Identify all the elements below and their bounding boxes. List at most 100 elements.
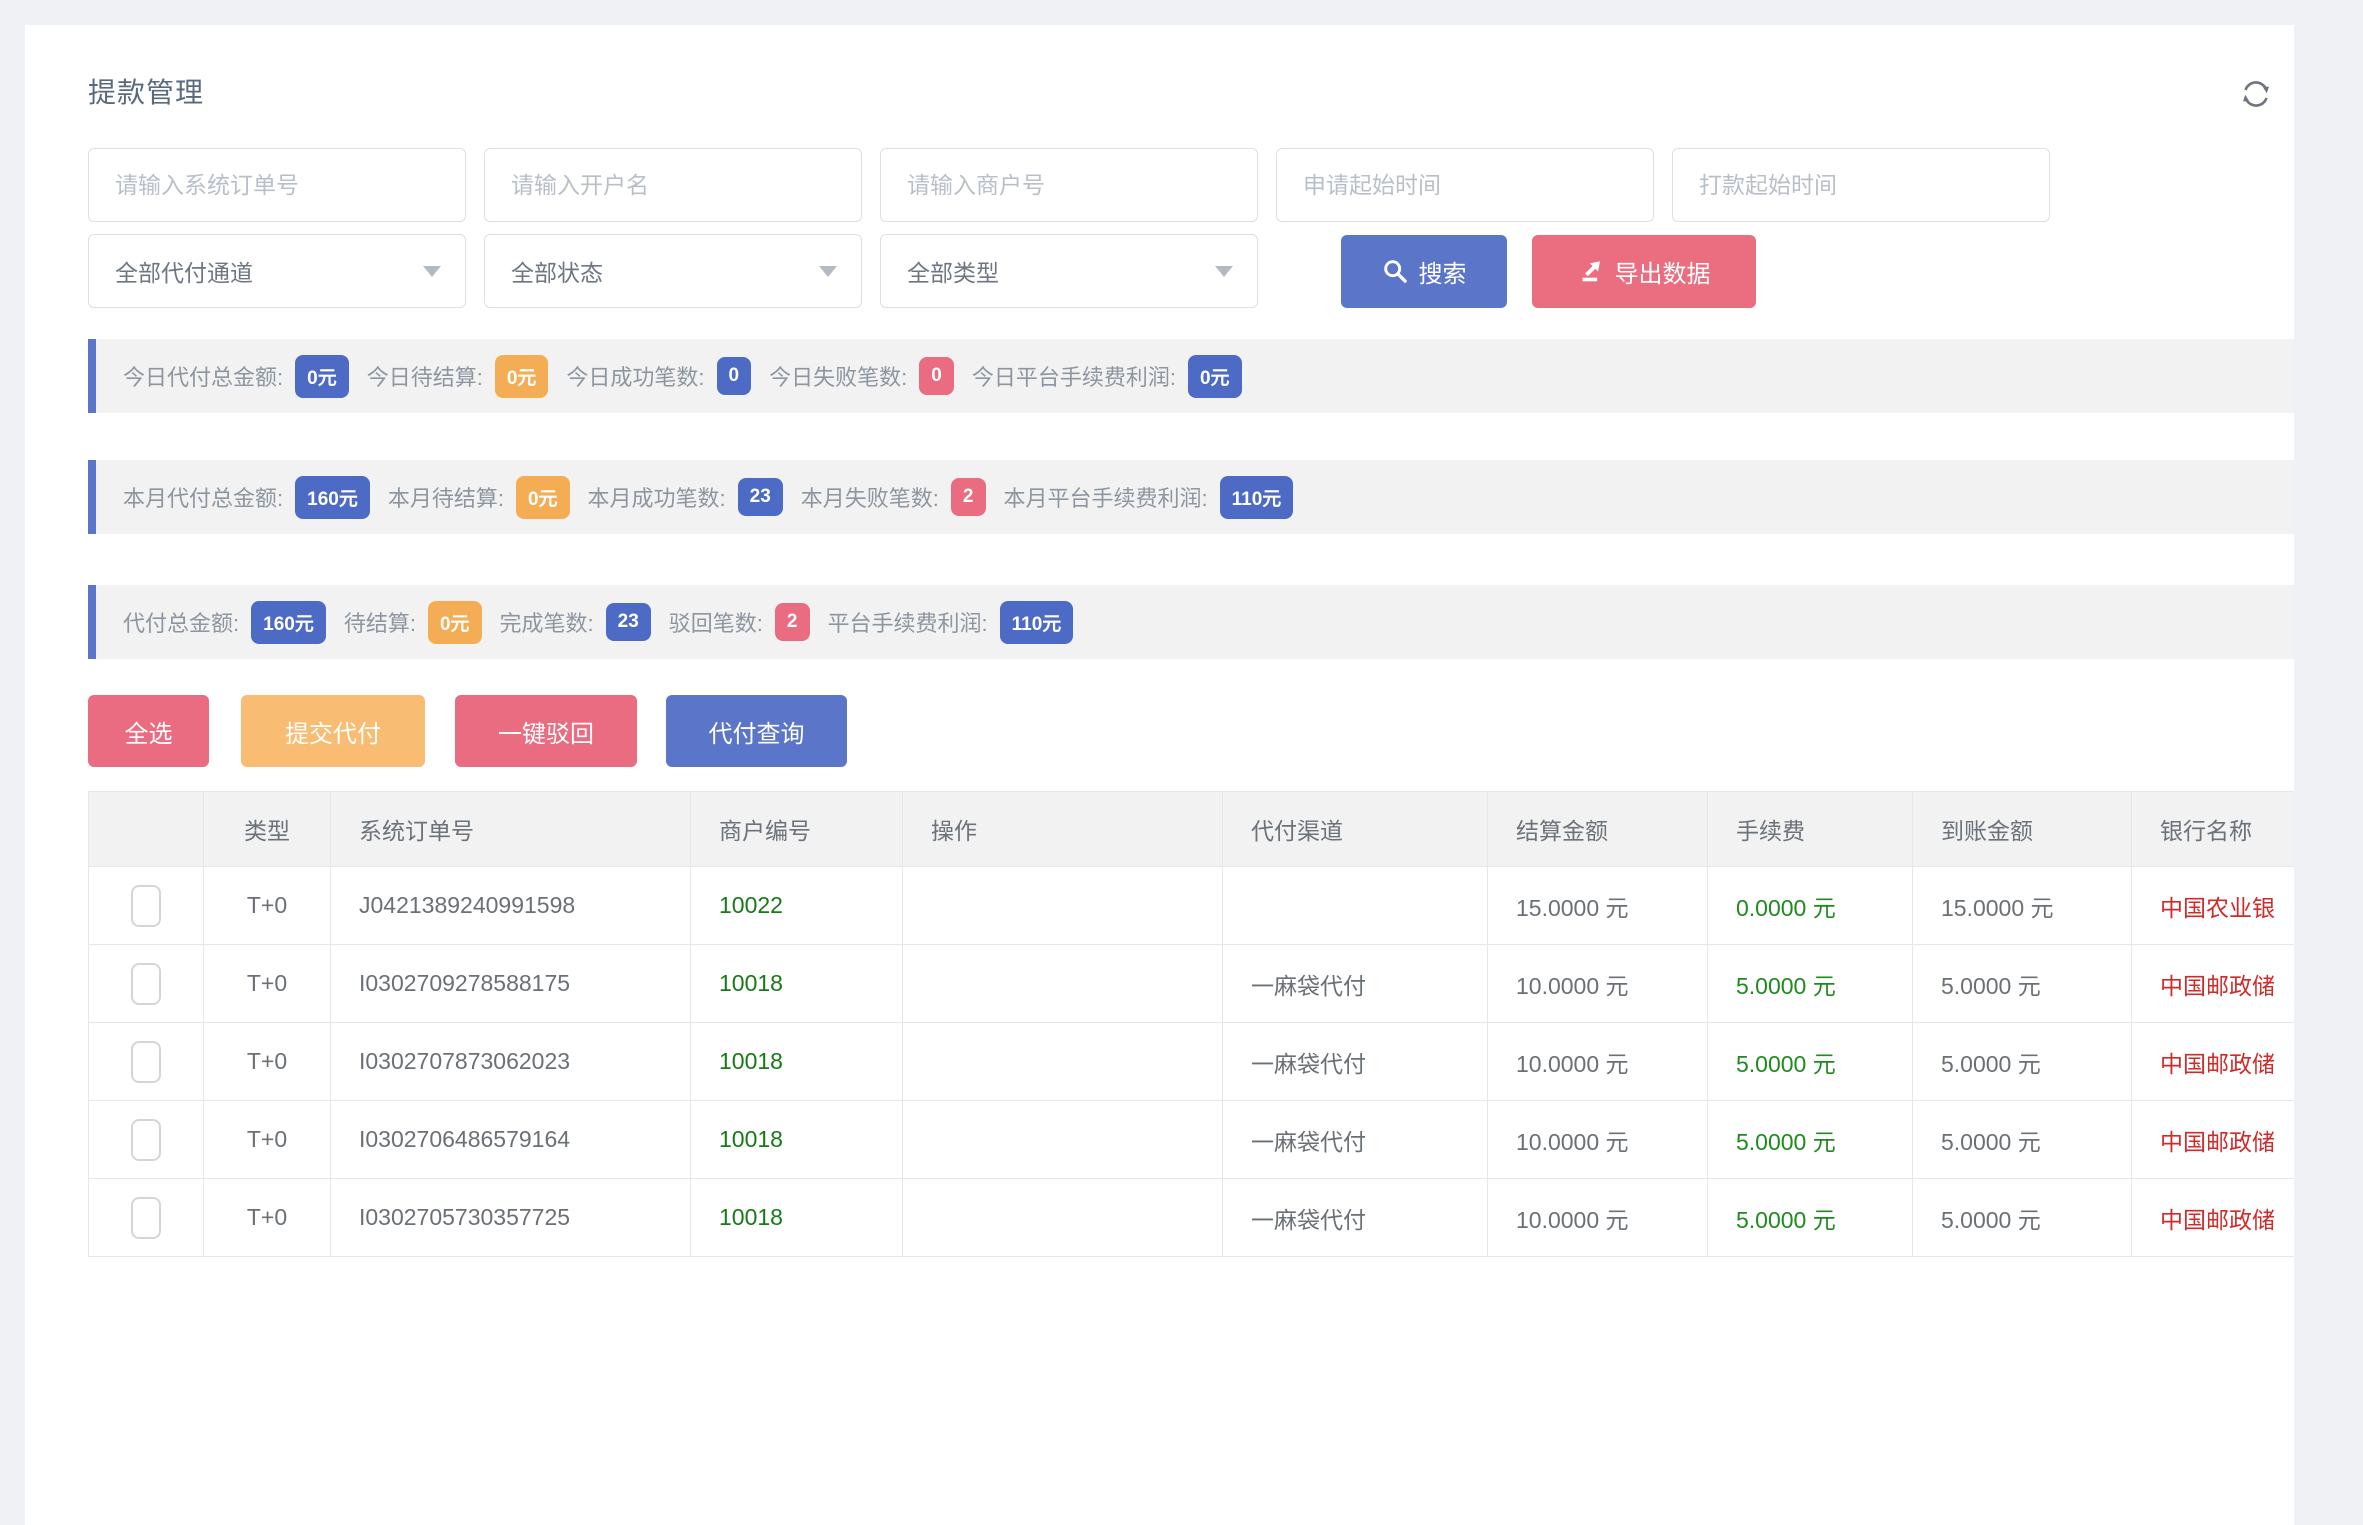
select-all-button[interactable]: 全选 <box>88 695 209 767</box>
type-select[interactable]: 全部类型 <box>880 234 1258 308</box>
operation-cell <box>903 1023 1223 1101</box>
filter-selects-group: 全部代付通道 全部状态 全部类型 <box>88 234 1258 308</box>
stat-label: 本月待结算: <box>388 481 504 513</box>
bank-cell: 中国邮政储 <box>2132 945 2295 1023</box>
stat-label: 今日平台手续费利润: <box>972 360 1176 392</box>
stat-badge: 0元 <box>1188 355 1242 398</box>
export-icon <box>1578 258 1605 285</box>
stat-badge: 2 <box>951 478 986 516</box>
submit-payout-button[interactable]: 提交代付 <box>241 695 425 767</box>
stat-badge: 110元 <box>1000 601 1074 644</box>
search-button[interactable]: 搜索 <box>1341 235 1507 308</box>
table-header-row: 类型系统订单号商户编号操作代付渠道结算金额手续费到账金额银行名称 <box>89 792 2295 867</box>
operation-column-header: 操作 <box>903 792 1223 867</box>
channel-cell: 一麻袋代付 <box>1223 1179 1488 1257</box>
bank-cell: 中国邮政储 <box>2132 1179 2295 1257</box>
checkbox-cell <box>89 867 204 945</box>
payout-table-header: 类型系统订单号商户编号操作代付渠道结算金额手续费到账金额银行名称 <box>89 792 2295 867</box>
filter-selects-row: 全部代付通道 全部状态 全部类型 搜索 导出数据 <box>88 234 1756 308</box>
row-checkbox[interactable] <box>131 1119 161 1161</box>
stat-badge: 0元 <box>495 355 549 398</box>
channel-select-value: 全部代付通道 <box>115 254 253 288</box>
chevron-down-icon <box>1215 266 1233 277</box>
stat-badge: 0 <box>919 357 954 395</box>
export-data-button[interactable]: 导出数据 <box>1532 235 1756 308</box>
checkbox-cell <box>89 1023 204 1101</box>
bank-cell: 中国邮政储 <box>2132 1023 2295 1101</box>
filter-inputs-row <box>88 148 2050 222</box>
status-select-value: 全部状态 <box>511 254 603 288</box>
table-row: T+0I030270648657916410018一麻袋代付10.0000 元5… <box>89 1101 2295 1179</box>
stat-badge: 2 <box>775 603 810 641</box>
merchant-no-cell: 10018 <box>691 1023 903 1101</box>
channel-select[interactable]: 全部代付通道 <box>88 234 466 308</box>
type-cell: T+0 <box>204 1179 331 1257</box>
checkbox-column-header <box>89 792 204 867</box>
stat-label: 本月失败笔数: <box>801 481 939 513</box>
stat-badge: 0 <box>717 357 752 395</box>
row-checkbox[interactable] <box>131 885 161 927</box>
apply-start-time-input[interactable] <box>1276 148 1654 222</box>
arrival-amount-cell: 5.0000 元 <box>1913 1179 2132 1257</box>
merchant-no-cell: 10018 <box>691 945 903 1023</box>
status-select[interactable]: 全部状态 <box>484 234 862 308</box>
reject-all-button[interactable]: 一键驳回 <box>455 695 637 767</box>
merchant-no-cell: 10018 <box>691 1179 903 1257</box>
type-column-header: 类型 <box>204 792 331 867</box>
system-order-no-input[interactable] <box>88 148 466 222</box>
type-cell: T+0 <box>204 945 331 1023</box>
settle-amount-cell: 10.0000 元 <box>1488 1179 1708 1257</box>
order-no-cell: I0302705730357725 <box>331 1179 691 1257</box>
checkbox-cell <box>89 1101 204 1179</box>
channel-column-header: 代付渠道 <box>1223 792 1488 867</box>
arrival-amount-cell: 15.0000 元 <box>1913 867 2132 945</box>
search-icon <box>1382 258 1409 285</box>
fee-column-header: 手续费 <box>1708 792 1913 867</box>
settle-amount-cell: 10.0000 元 <box>1488 945 1708 1023</box>
fee-cell: 5.0000 元 <box>1708 945 1913 1023</box>
stat-badge: 23 <box>606 603 651 641</box>
row-checkbox[interactable] <box>131 1041 161 1083</box>
channel-cell <box>1223 867 1488 945</box>
type-cell: T+0 <box>204 1023 331 1101</box>
refresh-icon-glyph <box>2236 74 2276 114</box>
account-name-input[interactable] <box>484 148 862 222</box>
stat-label: 今日成功笔数: <box>566 360 704 392</box>
order-no-cell: I0302709278588175 <box>331 945 691 1023</box>
stat-badge: 0元 <box>295 355 349 398</box>
stat-label: 平台手续费利润: <box>828 606 988 638</box>
chevron-down-icon <box>819 266 837 277</box>
arrival-amount-cell: 5.0000 元 <box>1913 1023 2132 1101</box>
type-cell: T+0 <box>204 1101 331 1179</box>
refresh-icon[interactable] <box>2234 73 2278 117</box>
stat-label: 驳回笔数: <box>669 606 763 638</box>
settle-amount-cell: 15.0000 元 <box>1488 867 1708 945</box>
stat-label: 本月平台手续费利润: <box>1004 481 1208 513</box>
fee-cell: 5.0000 元 <box>1708 1101 1913 1179</box>
search-button-label: 搜索 <box>1419 254 1467 289</box>
page-title: 提款管理 <box>88 71 204 111</box>
row-checkbox[interactable] <box>131 963 161 1005</box>
stat-badge: 0元 <box>428 601 482 644</box>
settle-amount-column-header: 结算金额 <box>1488 792 1708 867</box>
stat-label: 今日代付总金额: <box>123 360 283 392</box>
merchant-no-column-header: 商户编号 <box>691 792 903 867</box>
chevron-down-icon <box>423 266 441 277</box>
stat-label: 完成笔数: <box>500 606 594 638</box>
payout-start-time-input[interactable] <box>1672 148 2050 222</box>
merchant-no-input[interactable] <box>880 148 1258 222</box>
stat-label: 今日失败笔数: <box>769 360 907 392</box>
row-checkbox[interactable] <box>131 1197 161 1239</box>
operation-cell <box>903 867 1223 945</box>
settle-amount-cell: 10.0000 元 <box>1488 1023 1708 1101</box>
stat-label: 今日待结算: <box>367 360 483 392</box>
type-cell: T+0 <box>204 867 331 945</box>
stat-badge: 0元 <box>516 476 570 519</box>
action-buttons-row: 全选提交代付一键驳回代付查询 <box>88 695 847 767</box>
stat-badge: 110元 <box>1220 476 1294 519</box>
arrival-amount-column-header: 到账金额 <box>1913 792 2132 867</box>
channel-cell: 一麻袋代付 <box>1223 1101 1488 1179</box>
export-button-label: 导出数据 <box>1615 254 1711 289</box>
arrival-amount-cell: 5.0000 元 <box>1913 1101 2132 1179</box>
payout-query-button[interactable]: 代付查询 <box>666 695 847 767</box>
